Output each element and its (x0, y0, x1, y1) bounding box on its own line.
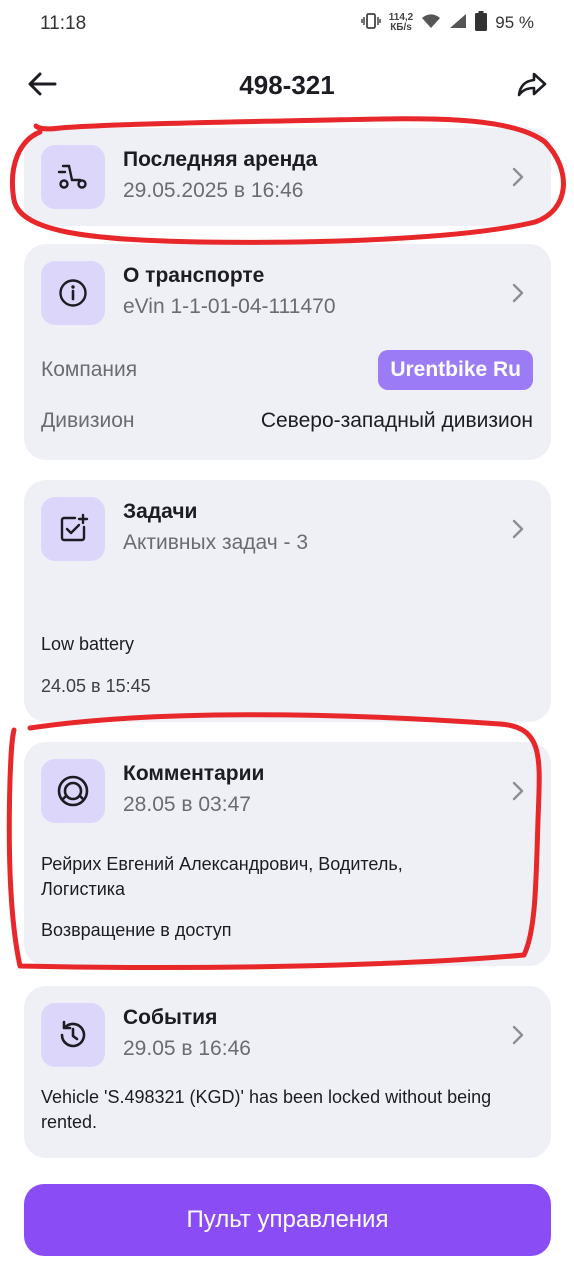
page-title: 498-321 (239, 70, 335, 100)
tasks-count: Активных задач - 3 (123, 531, 309, 554)
transport-title: О транспорте (123, 264, 265, 287)
comments-date: 28.05 в 03:47 (123, 793, 251, 816)
battery-icon (475, 10, 488, 36)
chevron-right-icon (508, 281, 528, 305)
task-add-icon (41, 497, 105, 561)
comment-author: Рейрих Евгений Александрович, Водитель, … (41, 854, 403, 899)
tasks-card[interactable]: Задачи Активных задач - 3 Low battery 24… (24, 480, 551, 722)
task-item-text: Low battery (41, 634, 135, 654)
transport-header[interactable]: О транспорте eVin 1-1-01-04-111470 (41, 261, 534, 325)
network-speed: 114,2 КБ/s (389, 13, 413, 33)
last-rental-date: 29.05.2025 в 16:46 (123, 179, 304, 202)
wifi-icon (421, 13, 441, 34)
company-badge: Urentbike Ru (378, 350, 533, 390)
signal-icon (449, 13, 467, 34)
scooter-icon (41, 145, 105, 209)
battery-percent: 95 % (495, 13, 534, 32)
last-rental-header: Последняя аренда 29.05.2025 в 16:46 (41, 145, 534, 209)
events-title: События (123, 1006, 218, 1029)
status-icons: 114,2 КБ/s 95 % (361, 10, 534, 36)
comments-card[interactable]: Комментарии 28.05 в 03:47 Рейрих Евгений… (24, 742, 551, 966)
tasks-title: Задачи (123, 500, 198, 523)
last-rental-title: Последняя аренда (123, 148, 318, 171)
comments-header: Комментарии 28.05 в 03:47 (41, 759, 534, 823)
events-card[interactable]: События 29.05 в 16:46 Vehicle 'S.498321 … (24, 986, 551, 1158)
comment-text: Возвращение в доступ (41, 920, 232, 940)
events-date: 29.05 в 16:46 (123, 1037, 251, 1060)
company-label: Компания (41, 358, 138, 381)
transport-vin: eVin 1-1-01-04-111470 (123, 295, 336, 318)
tasks-header: Задачи Активных задач - 3 (41, 497, 534, 561)
comment-ring-icon (41, 759, 105, 823)
status-time: 11:18 (40, 13, 87, 34)
chevron-right-icon (508, 1023, 528, 1047)
task-item-date: 24.05 в 15:45 (41, 676, 151, 696)
division-label: Дивизион (41, 409, 135, 432)
info-icon (41, 261, 105, 325)
speed-unit: КБ/s (390, 22, 412, 33)
chevron-right-icon (508, 165, 528, 189)
comments-title: Комментарии (123, 762, 265, 785)
share-icon (517, 71, 547, 102)
vibrate-icon (361, 12, 381, 35)
transport-card: О транспорте eVin 1-1-01-04-111470 Компа… (24, 244, 551, 460)
events-header: События 29.05 в 16:46 (41, 1003, 534, 1067)
share-button[interactable] (512, 66, 552, 106)
chevron-right-icon (508, 779, 528, 803)
history-icon (41, 1003, 105, 1067)
app-header: 498-321 (0, 60, 574, 112)
last-rental-card[interactable]: Последняя аренда 29.05.2025 в 16:46 (24, 128, 551, 226)
control-panel-button[interactable]: Пульт управления (24, 1184, 551, 1256)
chevron-right-icon (508, 517, 528, 541)
status-bar: 11:18 114,2 КБ/s 95 % (0, 0, 574, 48)
event-text: Vehicle 'S.498321 (KGD)' has been locked… (41, 1087, 492, 1132)
division-value: Северо-западный дивизион (260, 409, 533, 432)
